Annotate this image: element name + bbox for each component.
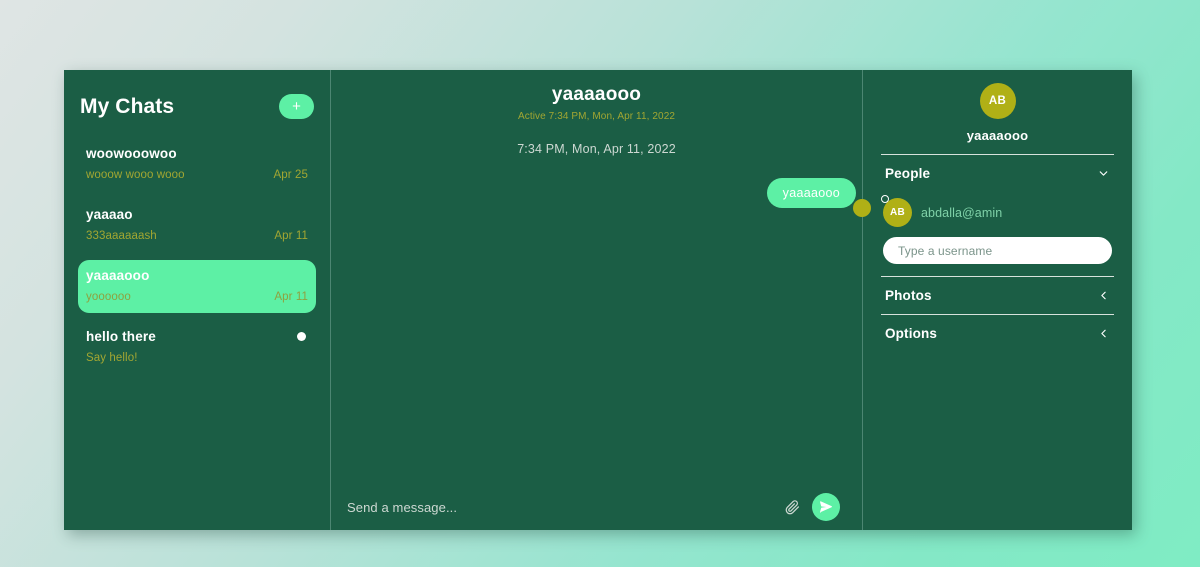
person-list-item[interactable]: AB abdalla@amin [881,195,1112,237]
chat-item-name: woowooowoo [86,146,177,161]
people-list: AB abdalla@amin [881,192,1114,276]
message-composer [331,484,862,530]
chat-list-item-woowooowoo[interactable]: woowooowoo wooow wooo wooo Apr 25 [78,138,316,191]
chat-item-preview: wooow wooo wooo [86,169,185,181]
chat-item-bottom-row: 333aaaaaash Apr 11 [86,230,308,242]
chat-item-top-row: yaaaao [86,207,308,222]
chat-item-name: yaaaao [86,207,133,222]
info-panel-header: AB yaaaaooo [881,70,1114,154]
chat-item-preview: Say hello! [86,352,138,364]
chat-list-item-yaaaaooo-selected[interactable]: yaaaaooo yoooooo Apr 11 [78,260,316,313]
chevron-left-icon [1097,327,1110,340]
info-panel-title: yaaaaooo [966,128,1029,143]
message-input[interactable] [347,499,773,515]
chat-item-top-row: yaaaaooo [86,268,308,283]
person-avatar-wrapper: AB [881,195,912,227]
section-people-header[interactable]: People [881,155,1114,192]
plus-icon: + [292,98,301,115]
add-chat-button[interactable]: + [279,94,314,119]
message-bubble: yaaaaooo [766,178,856,208]
conversation-title: yaaaaooo [551,84,642,105]
chat-item-top-row: woowooowoo [86,146,308,161]
avatar: AB [979,83,1016,119]
chat-item-bottom-row: wooow wooo wooo Apr 25 [86,169,308,181]
section-photos-header[interactable]: Photos [881,277,1114,314]
chat-list-item-yaaaao[interactable]: yaaaao 333aaaaaash Apr 11 [78,199,316,252]
conversation-header: yaaaaooo Active 7:34 PM, Mon, Apr 11, 20… [331,70,862,122]
conversation-info-panel: AB yaaaaooo People AB abdalla@amin Type … [863,70,1132,530]
chat-item-top-row: hello there [86,329,308,344]
attach-file-button[interactable] [783,499,802,515]
chat-sidebar: My Chats + woowooowoo wooow wooo wooo Ap… [64,70,331,530]
chevron-down-icon [1097,167,1110,180]
page-title: My Chats [80,94,175,118]
chevron-left-icon [1097,289,1110,302]
username-input[interactable] [883,237,1112,264]
paperclip-icon [785,499,800,514]
chat-item-bottom-row: Say hello! [86,352,308,364]
chat-app-window: My Chats + woowooowoo wooow wooo wooo Ap… [64,70,1132,530]
section-options-header[interactable]: Options [881,315,1114,352]
conversation-active-status: Active 7:34 PM, Mon, Apr 11, 2022 [517,111,676,122]
chat-item-date: Apr 11 [274,291,308,303]
chat-item-preview: yoooooo [86,291,131,303]
chat-item-date: Apr 25 [273,169,308,181]
send-plane-icon [820,501,832,513]
online-status-indicator [881,195,889,203]
chat-list: woowooowoo wooow wooo wooo Apr 25 yaaaao… [78,138,316,374]
send-message-button[interactable] [812,493,840,521]
message-timestamp-divider: 7:34 PM, Mon, Apr 11, 2022 [517,142,676,156]
chat-item-bottom-row: yoooooo Apr 11 [86,291,308,303]
sidebar-header: My Chats + [78,70,316,128]
person-username: abdalla@amin [921,205,1003,220]
avatar: AB [883,198,912,227]
messages-area: 7:34 PM, Mon, Apr 11, 2022 yaaaaooo [331,122,871,484]
section-label: Photos [885,288,932,303]
chat-item-name: yaaaaooo [86,268,150,283]
section-label: People [885,166,931,181]
chat-item-preview: 333aaaaaash [86,230,157,242]
chat-item-name: hello there [86,329,156,344]
message-row-outgoing: yaaaaooo [345,178,871,217]
chat-item-date: Apr 11 [274,230,308,242]
chat-list-item-hello-there[interactable]: hello there Say hello! [78,321,316,374]
chat-conversation-panel: yaaaaooo Active 7:34 PM, Mon, Apr 11, 20… [331,70,871,530]
message-sender-avatar [853,199,871,217]
unread-indicator-dot [297,332,306,341]
section-label: Options [885,326,938,341]
